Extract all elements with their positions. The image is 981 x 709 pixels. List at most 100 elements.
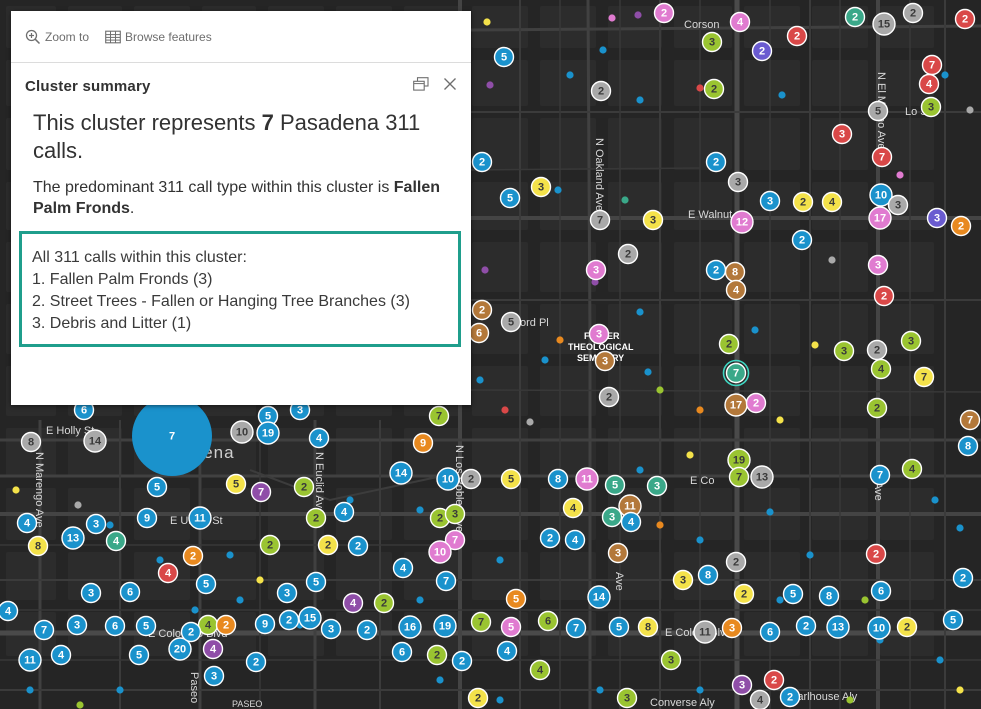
cluster-bubble[interactable]: 4 <box>821 191 843 213</box>
call-point[interactable] <box>941 71 949 79</box>
cluster-bubble[interactable]: 3 <box>320 618 342 640</box>
cluster-bubble[interactable]: 5 <box>867 100 889 122</box>
call-point[interactable] <box>556 336 564 344</box>
cluster-bubble[interactable]: 3 <box>585 259 607 281</box>
cluster-bubble[interactable]: 19 <box>256 421 280 445</box>
cluster-bubble[interactable]: 12 <box>730 210 754 234</box>
cluster-bubble[interactable]: 13 <box>826 615 850 639</box>
cluster-bubble[interactable]: 7 <box>435 570 457 592</box>
cluster-bubble[interactable]: 4 <box>157 562 179 584</box>
cluster-bubble[interactable]: 3 <box>203 665 225 687</box>
call-point[interactable] <box>696 686 704 694</box>
cluster-bubble[interactable]: 3 <box>444 503 466 525</box>
call-point[interactable] <box>936 656 944 664</box>
cluster-bubble[interactable]: 3 <box>831 123 853 145</box>
cluster-bubble[interactable]: 4 <box>333 501 355 523</box>
cluster-bubble[interactable]: 6 <box>119 581 141 603</box>
cluster-bubble[interactable]: 7 <box>959 409 981 431</box>
cluster-bubble[interactable]: 9 <box>136 507 158 529</box>
cluster-bubble[interactable]: 4 <box>564 529 586 551</box>
cluster-bubble[interactable]: 7 <box>132 396 212 476</box>
cluster-bubble[interactable]: 2 <box>598 386 620 408</box>
call-point[interactable] <box>686 451 694 459</box>
cluster-bubble[interactable]: 5 <box>500 311 522 333</box>
call-point[interactable] <box>696 536 704 544</box>
cluster-bubble[interactable]: 2 <box>902 2 924 24</box>
cluster-bubble[interactable]: 6 <box>870 580 892 602</box>
call-point[interactable] <box>811 341 819 349</box>
call-point[interactable] <box>846 696 854 704</box>
cluster-bubble[interactable]: 2 <box>791 229 813 251</box>
cluster-bubble[interactable]: 2 <box>590 80 612 102</box>
cluster-bubble[interactable]: 9 <box>412 432 434 454</box>
cluster-bubble[interactable]: 11 <box>18 648 42 672</box>
cluster-bubble[interactable]: 4 <box>105 530 127 552</box>
call-point[interactable] <box>26 686 34 694</box>
cluster-bubble[interactable]: 2 <box>866 339 888 361</box>
cluster-bubble[interactable]: 2 <box>259 534 281 556</box>
cluster-bubble[interactable]: 3 <box>85 513 107 535</box>
cluster-bubble[interactable]: 11 <box>693 620 717 644</box>
cluster-bubble[interactable]: 2 <box>763 669 785 691</box>
cluster-bubble[interactable]: 2 <box>356 619 378 641</box>
cluster-bubble[interactable]: 4 <box>870 358 892 380</box>
cluster-bubble[interactable]: 4 <box>562 497 584 519</box>
cluster-bubble[interactable]: 8 <box>957 435 979 457</box>
cluster-bubble[interactable]: 3 <box>601 506 623 528</box>
cluster-bubble[interactable]: 2 <box>426 644 448 666</box>
cluster-bubble[interactable]: 8 <box>637 616 659 638</box>
cluster-bubble[interactable]: 2 <box>471 151 493 173</box>
cluster-bubble[interactable]: 8 <box>697 564 719 586</box>
cluster-bubble[interactable]: 3 <box>616 687 638 709</box>
cluster-bubble[interactable]: 2 <box>705 259 727 281</box>
cluster-bubble[interactable]: 3 <box>926 207 948 229</box>
cluster-bubble[interactable]: 5 <box>135 615 157 637</box>
cluster-bubble[interactable]: 2 <box>844 6 866 28</box>
call-point[interactable] <box>74 501 82 509</box>
cluster-bubble[interactable]: 8 <box>20 431 42 453</box>
cluster-bubble[interactable]: 2 <box>215 614 237 636</box>
cluster-bubble[interactable]: 3 <box>887 194 909 216</box>
cluster-bubble[interactable]: 2 <box>954 8 976 30</box>
cluster-bubble[interactable]: 3 <box>588 323 610 345</box>
cluster-bubble[interactable]: 4 <box>749 689 771 709</box>
call-point[interactable] <box>416 596 424 604</box>
call-point[interactable] <box>566 71 574 79</box>
call-point[interactable] <box>621 196 629 204</box>
cluster-bubble[interactable]: 2 <box>896 616 918 638</box>
cluster-bubble[interactable]: 14 <box>389 461 413 485</box>
call-point[interactable] <box>436 676 444 684</box>
call-point[interactable] <box>778 91 786 99</box>
call-point[interactable] <box>191 606 199 614</box>
cluster-bubble[interactable]: 3 <box>276 582 298 604</box>
cluster-bubble[interactable]: 8 <box>27 535 49 557</box>
cluster-bubble[interactable]: 8 <box>547 468 569 490</box>
cluster-bubble[interactable]: 10 <box>428 540 452 564</box>
zoom-to-button[interactable]: Zoom to <box>25 29 89 45</box>
cluster-bubble[interactable]: 2 <box>792 191 814 213</box>
call-point[interactable] <box>636 96 644 104</box>
cluster-bubble[interactable]: 5 <box>608 616 630 638</box>
cluster-bubble[interactable]: 10 <box>230 420 254 444</box>
call-point[interactable] <box>931 496 939 504</box>
call-point[interactable] <box>776 416 784 424</box>
call-point[interactable] <box>861 596 869 604</box>
cluster-bubble[interactable]: 4 <box>496 640 518 662</box>
close-button[interactable] <box>443 77 457 96</box>
call-point[interactable] <box>486 81 494 89</box>
cluster-bubble[interactable]: 2 <box>451 650 473 672</box>
call-point[interactable] <box>966 106 974 114</box>
cluster-bubble[interactable]: 4 <box>342 592 364 614</box>
cluster-bubble[interactable]: 2 <box>182 545 204 567</box>
call-point[interactable] <box>806 551 814 559</box>
cluster-bubble[interactable]: 3 <box>642 209 664 231</box>
cluster-bubble[interactable]: 6 <box>759 621 781 643</box>
cluster-bubble[interactable]: 17 <box>868 206 892 230</box>
cluster-bubble[interactable]: 2 <box>950 215 972 237</box>
cluster-bubble[interactable]: 2 <box>305 507 327 529</box>
call-point[interactable] <box>541 356 549 364</box>
cluster-bubble[interactable]: 2 <box>293 476 315 498</box>
call-point[interactable] <box>636 308 644 316</box>
cluster-bubble[interactable]: 2 <box>866 397 888 419</box>
cluster-bubble[interactable]: 2 <box>180 621 202 643</box>
